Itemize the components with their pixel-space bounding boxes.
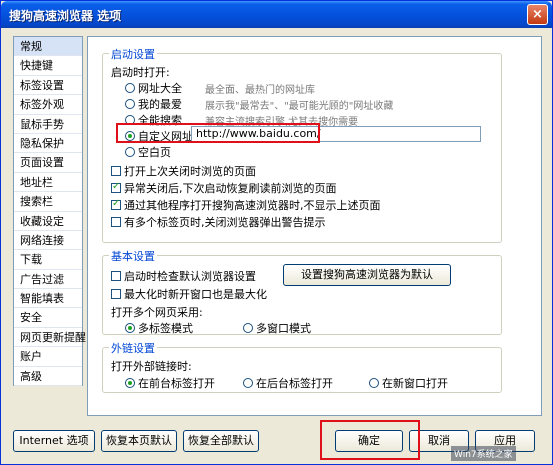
- external-label: 打开外部链接时:: [111, 360, 192, 373]
- external-back-tab-label: 在后台标签打开: [256, 377, 333, 390]
- sidebar-item-page-settings[interactable]: 页面设置: [14, 153, 82, 173]
- startup-group: 启动设置 启动时打开: 网址大全 最全面、最热门的网址库 我的最爱 展示我"最常…: [102, 46, 502, 243]
- check-maximize[interactable]: 最大化时新开窗口也是最大化: [111, 286, 267, 302]
- external-back-tab[interactable]: 在后台标签打开: [243, 375, 333, 391]
- radio-new-window[interactable]: [369, 378, 379, 388]
- multi-window-mode-label: 多窗口模式: [256, 322, 311, 335]
- sidebar-item-ad-filter[interactable]: 广告过滤: [14, 270, 82, 290]
- startup-option-favorites-label: 我的最爱: [138, 98, 182, 111]
- radio-favorites[interactable]: [125, 99, 135, 109]
- sidebar-item-tab-appearance[interactable]: 标签外观: [14, 95, 82, 115]
- site-watermark: Win7系统之家: [451, 446, 516, 461]
- checkbox-default-browser[interactable]: [111, 271, 121, 281]
- startup-option-blank-label: 空白页: [138, 146, 171, 159]
- startup-option-nav-label: 网址大全: [138, 82, 182, 95]
- sidebar-item-mouse-gestures[interactable]: 鼠标手势: [14, 115, 82, 134]
- restore-all-default-button[interactable]: 恢复全部默认: [183, 430, 259, 452]
- set-default-browser-button[interactable]: 设置搜狗高速浏览器为默认: [283, 264, 451, 286]
- sidebar-item-network[interactable]: 网络连接: [14, 231, 82, 251]
- external-front-tab[interactable]: 在前台标签打开: [125, 375, 215, 391]
- sidebar-item-page-update[interactable]: 网页更新提醒: [14, 328, 86, 348]
- sidebar-item-download[interactable]: 下载: [14, 250, 82, 270]
- check-close-warning-label: 有多个标签页时,关闭浏览器弹出警告提示: [124, 216, 326, 229]
- startup-option-nav-desc: 最全面、最热门的网址库: [205, 85, 315, 96]
- close-button[interactable]: ×: [527, 4, 548, 25]
- title-bar[interactable]: 搜狗高速浏览器 选项 ×: [1, 1, 552, 28]
- window-title: 搜狗高速浏览器 选项: [9, 9, 122, 23]
- check-external-open[interactable]: 通过其他程序打开搜狗高速浏览器时,不显示上述页面: [111, 197, 381, 213]
- check-close-warning[interactable]: 有多个标签页时,关闭浏览器弹出警告提示: [111, 214, 326, 230]
- multi-tab-mode[interactable]: 多标签模式: [125, 320, 193, 336]
- external-front-tab-label: 在前台标签打开: [138, 377, 215, 390]
- external-group: 外链设置 打开外部链接时: 在前台标签打开 在后台标签打开 在新窗口打开: [102, 340, 502, 393]
- check-last-session[interactable]: 打开上次关闭时浏览的页面: [111, 163, 256, 179]
- multi-window-mode[interactable]: 多窗口模式: [243, 320, 311, 336]
- check-external-open-label: 通过其他程序打开搜狗高速浏览器时,不显示上述页面: [124, 199, 381, 212]
- ok-button-highlight: [320, 420, 420, 460]
- startup-option-nav[interactable]: 网址大全: [125, 80, 182, 96]
- radio-multi-tab[interactable]: [125, 323, 135, 333]
- sidebar-item-address-bar[interactable]: 地址栏: [14, 173, 82, 193]
- radio-front-tab[interactable]: [125, 378, 135, 388]
- basic-group-title: 基本设置: [109, 248, 157, 264]
- multi-tab-mode-label: 多标签模式: [138, 322, 193, 335]
- restore-page-default-button[interactable]: 恢复本页默认: [101, 430, 177, 452]
- internet-options-button[interactable]: Internet 选项: [13, 430, 95, 452]
- check-last-session-label: 打开上次关闭时浏览的页面: [124, 165, 256, 178]
- category-sidebar: 常规 快捷键 标签设置 标签外观 鼠标手势 隐私保护 页面设置 地址栏 搜索栏 …: [13, 36, 86, 387]
- external-new-window[interactable]: 在新窗口打开: [369, 375, 448, 391]
- external-new-window-label: 在新窗口打开: [382, 377, 448, 390]
- close-icon: ×: [532, 7, 543, 22]
- checkbox-restore-crash[interactable]: [111, 181, 121, 193]
- custom-url-highlight: [116, 123, 320, 143]
- checkbox-external-open[interactable]: [111, 198, 121, 210]
- sidebar-item-search-bar[interactable]: 搜索栏: [14, 192, 82, 212]
- check-restore-crash-label: 异常关闭后,下次启动恢复刷读前浏览的页面: [124, 182, 337, 195]
- startup-option-favorites[interactable]: 我的最爱: [125, 96, 182, 112]
- sidebar-item-tab-settings[interactable]: 标签设置: [14, 76, 82, 96]
- startup-group-title: 启动设置: [109, 46, 157, 62]
- startup-option-favorites-desc: 展示我"最常去"、"最可能光顾的"网址收藏: [205, 101, 394, 112]
- radio-blank[interactable]: [125, 147, 135, 157]
- settings-panel: 启动设置 启动时打开: 网址大全 最全面、最热门的网址库 我的最爱 展示我"最常…: [87, 36, 542, 416]
- radio-multi-window[interactable]: [243, 323, 253, 333]
- startup-label: 启动时打开:: [111, 66, 170, 79]
- checkbox-close-warning[interactable]: [111, 217, 121, 227]
- options-window: 搜狗高速浏览器 选项 × 常规 快捷键 标签设置 标签外观 鼠标手势 隐私保护 …: [0, 0, 553, 465]
- sidebar-item-account[interactable]: 账户: [14, 347, 82, 367]
- multi-page-label: 打开多个网页采用:: [111, 306, 203, 319]
- checkbox-last-session[interactable]: [111, 166, 121, 176]
- startup-option-blank[interactable]: 空白页: [125, 144, 171, 160]
- sidebar-item-advanced[interactable]: 高级: [14, 367, 82, 387]
- basic-group: 基本设置 启动时检查默认浏览器设置 设置搜狗高速浏览器为默认 最大化时新开窗口也…: [102, 248, 502, 336]
- radio-back-tab[interactable]: [243, 378, 253, 388]
- check-default-browser[interactable]: 启动时检查默认浏览器设置: [111, 268, 256, 284]
- sidebar-item-security[interactable]: 安全: [14, 308, 82, 328]
- checkbox-maximize[interactable]: [111, 289, 121, 299]
- check-maximize-label: 最大化时新开窗口也是最大化: [124, 288, 267, 301]
- check-restore-crash[interactable]: 异常关闭后,下次启动恢复刷读前浏览的页面: [111, 180, 337, 196]
- sidebar-item-autofill[interactable]: 智能填表: [14, 289, 82, 309]
- sidebar-item-favorites[interactable]: 收藏设定: [14, 212, 82, 231]
- external-group-title: 外链设置: [109, 340, 157, 356]
- check-default-browser-label: 启动时检查默认浏览器设置: [124, 270, 256, 283]
- dialog-content: 常规 快捷键 标签设置 标签外观 鼠标手势 隐私保护 页面设置 地址栏 搜索栏 …: [5, 28, 548, 462]
- sidebar-item-general[interactable]: 常规: [14, 37, 82, 57]
- sidebar-item-privacy[interactable]: 隐私保护: [14, 134, 82, 154]
- sidebar-item-shortcuts[interactable]: 快捷键: [14, 56, 82, 76]
- radio-nav[interactable]: [125, 83, 135, 93]
